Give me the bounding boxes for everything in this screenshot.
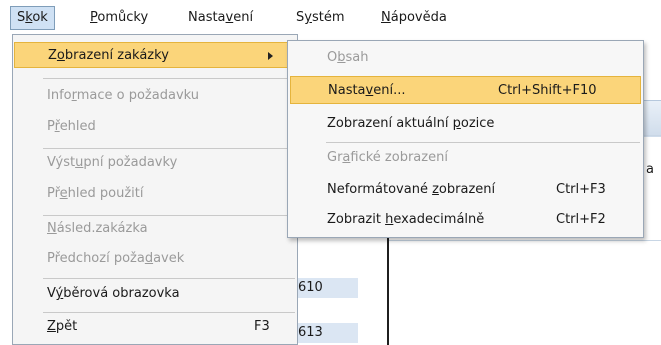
background-header-text: a (646, 162, 654, 177)
submenu-item-nastaveni[interactable]: Nastavení... Ctrl+Shift+F10 (290, 76, 641, 104)
submenu-item-hexadecimalne[interactable]: Zobrazit hexadecimálně Ctrl+F2 (290, 206, 641, 234)
menu-item-informace[interactable]: Informace o požadavku (14, 83, 296, 109)
submenu-arrow-icon (268, 52, 273, 60)
submenu-item-aktualni-pozice[interactable]: Zobrazení aktuální pozice (290, 110, 641, 138)
background-cell: 610 (294, 278, 358, 298)
shortcut-label: Ctrl+F3 (556, 182, 606, 197)
shortcut-label: Ctrl+Shift+F10 (498, 83, 597, 98)
menu-item-prehled[interactable]: Přehled (14, 114, 296, 140)
shortcut-label: F3 (254, 319, 270, 334)
menu-separator (43, 312, 295, 313)
skok-dropdown: Zobrazení zakázky Informace o požadavku … (12, 34, 298, 345)
menu-item-prehled-pouziti[interactable]: Přehled použití (14, 181, 296, 207)
menu-skok[interactable]: Skok (10, 6, 55, 30)
submenu-separator (326, 142, 640, 143)
menu-separator (43, 148, 295, 149)
background-gridline (389, 240, 661, 241)
shortcut-label: Ctrl+F2 (556, 212, 606, 227)
menu-item-vystupni-pozadavky[interactable]: Výstupní požadavky (14, 150, 296, 176)
menu-item-predchozi-pozadavek[interactable]: Předchozí požadavek (14, 246, 296, 272)
menu-system[interactable]: Systém (290, 7, 351, 29)
menu-item-zpet[interactable]: Zpět F3 (14, 314, 296, 340)
zobrazeni-zakazky-submenu: Obsah Nastavení... Ctrl+Shift+F10 Zobraze… (287, 40, 644, 238)
menu-pomucky[interactable]: Pomůcky (84, 7, 154, 29)
menu-napoveda[interactable]: Nápověda (375, 7, 453, 29)
menu-separator (43, 78, 295, 79)
menu-item-vyberova-obrazovka[interactable]: Výběrová obrazovka (14, 281, 296, 307)
submenu-item-neformatovane-zobrazeni[interactable]: Neformátované zobrazení Ctrl+F3 (290, 176, 641, 204)
submenu-item-graficke-zobrazeni[interactable]: Grafické zobrazení (290, 144, 641, 172)
menu-item-nasled-zakazka[interactable]: Násled.zakázka (14, 216, 296, 242)
menu-nastaveni[interactable]: Nastavení (182, 7, 259, 29)
submenu-item-obsah[interactable]: Obsah (290, 44, 641, 72)
menu-separator (43, 278, 295, 279)
menu-bar: Skok Pomůcky Nastavení Systém Nápověda (0, 0, 661, 34)
background-cell: 613 (294, 323, 358, 343)
menu-item-zobrazeni-zakazky[interactable]: Zobrazení zakázky (14, 42, 296, 68)
